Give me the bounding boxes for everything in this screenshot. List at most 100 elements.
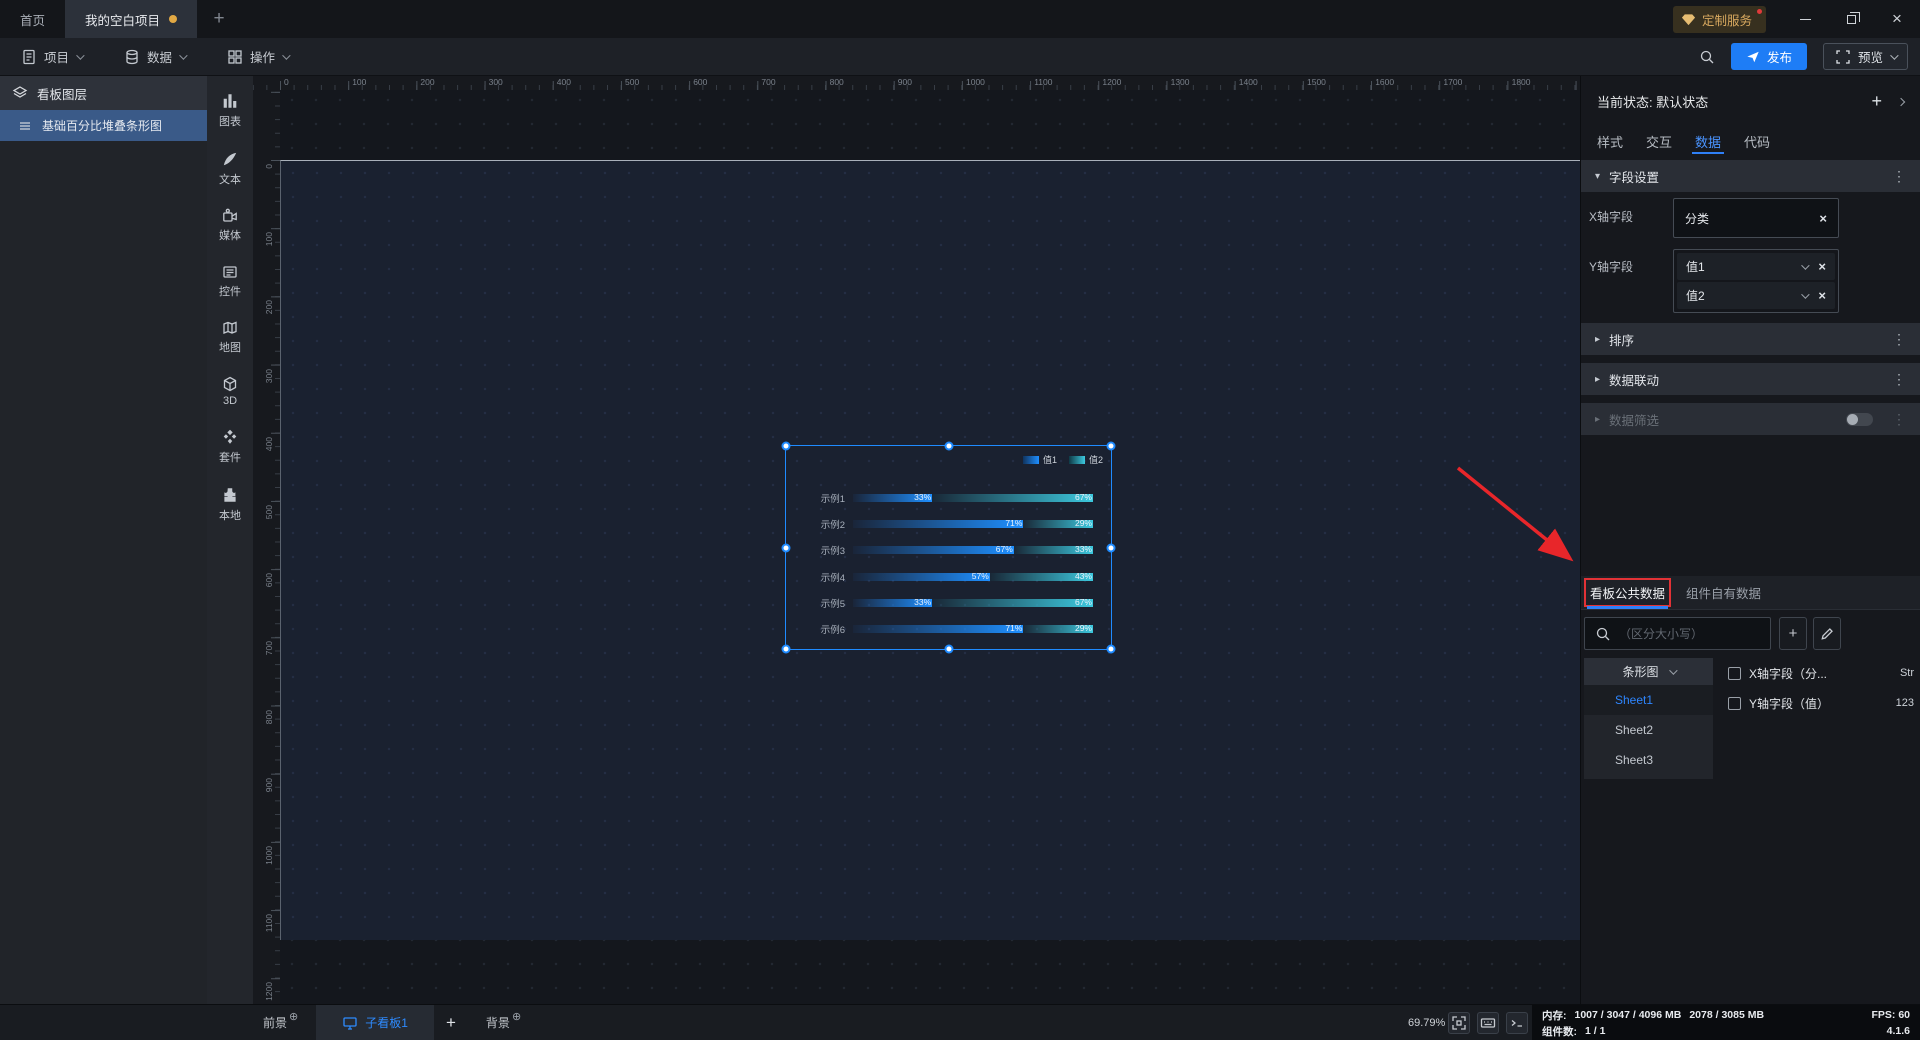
toolbar-item-3d[interactable]: 3D [207,366,253,418]
sheet-item-Sheet2[interactable]: Sheet2 [1584,715,1713,745]
bottombar: 前景 ⊕ 子看板1 + 背景 ⊕ 69.79% 内存: 1007 / 3047 … [0,1004,1920,1040]
y-field-item-1[interactable]: 值1 × [1677,253,1835,280]
sub-board-tab[interactable]: 子看板1 [316,1005,434,1040]
resize-handle-s[interactable] [944,644,953,654]
tab-home[interactable]: 首页 [0,0,65,38]
resize-handle-sw[interactable] [781,644,791,654]
more-menu-icon[interactable]: ⋮ [1892,411,1906,428]
toolbar-item-media[interactable]: 媒体 [207,198,253,254]
maximize-button[interactable] [1828,0,1874,38]
custom-service-badge[interactable]: 定制服务 [1672,5,1766,33]
section-field-settings[interactable]: ▾ 字段设置 ⋮ [1581,160,1920,192]
search-icon[interactable] [1699,49,1715,65]
x-field-input[interactable]: 分类 × [1673,198,1839,238]
stacked-bar[interactable]: 71% 29% [853,623,1093,634]
toolbar-item-local[interactable]: 本地 [207,476,253,534]
publish-button[interactable]: 发布 [1730,43,1807,70]
zoom-level[interactable]: 69.79% [1408,1005,1445,1040]
layers-panel-title: 看板图层 [37,87,88,102]
widget-icon [222,264,238,280]
data-search-input[interactable]: （区分大小写） [1584,617,1771,650]
layer-item-selected[interactable]: 基础百分比堆叠条形图 [0,110,207,141]
stacked-bar[interactable]: 33% 67% [853,597,1093,607]
stacked-bar[interactable]: 57% 43% [853,571,1093,581]
canvas[interactable]: 0 100 200 300 400 500 600 700 800 900 1000 1100 1200… [253,76,1580,1004]
close-button[interactable]: × [1874,0,1920,38]
chevron-down-icon[interactable] [1801,260,1811,270]
sheet-item-Sheet1[interactable]: Sheet1 [1584,685,1713,715]
resize-handle-n[interactable] [944,441,953,451]
resize-handle-w[interactable] [781,543,791,552]
chevron-down-icon[interactable] [1801,289,1811,299]
resize-handle-e[interactable] [1106,543,1116,552]
resize-handle-nw[interactable] [781,441,791,451]
menu-actions[interactable]: 操作 [206,38,309,75]
add-foreground-icon[interactable]: ⊕ [289,1010,298,1023]
chevron-right-icon[interactable] [1896,97,1906,106]
stacked-bar[interactable]: 67% 33% [853,544,1093,555]
add-board-button[interactable]: + [434,1005,468,1040]
y-field-item-2[interactable]: 值2 × [1677,282,1835,309]
menu-data[interactable]: 数据 [103,38,206,75]
tab-component-own-data[interactable]: 组件自有数据 [1686,576,1761,609]
section-data-filter[interactable]: ▸ 数据筛选 ⋮ [1581,403,1920,435]
menubar: 项目 数据 操作 发布 预览 [0,38,1920,76]
bar-segment-值1: 67% [853,544,1014,555]
field-checkbox[interactable] [1728,696,1741,710]
foreground-label[interactable]: 前景 ⊕ [253,1005,302,1040]
toolbar-item-widgets[interactable]: 控件 [207,254,253,310]
shortcut-keys-button[interactable] [1477,1012,1499,1034]
tab-project[interactable]: 我的空白项目 [65,0,198,38]
chart-widget-selected[interactable]: 值1 值2 示例1 33% 67% 示例2 71% 29% 示例3 67% 33% 示例4 57% 43… [781,441,1116,654]
toolbar-item-label: 本地 [219,510,241,522]
property-tab-样式[interactable]: 样式 [1597,127,1623,155]
clear-x-field-icon[interactable]: × [1819,211,1827,226]
more-menu-icon[interactable]: ⋮ [1892,331,1906,348]
component-own-data-label: 组件自有数据 [1686,587,1762,601]
toolbar-item-map[interactable]: 地图 [207,310,253,366]
edit-dataset-button[interactable] [1813,617,1841,650]
more-menu-icon[interactable]: ⋮ [1892,371,1906,388]
stacked-bar[interactable]: 33% 67% [853,492,1093,503]
fit-screen-button[interactable] [1448,1012,1470,1034]
stacked-bar[interactable]: 71% 29% [853,518,1093,529]
drag-handle-icon[interactable] [17,118,33,134]
sheet-item-Sheet3[interactable]: Sheet3 [1584,745,1713,775]
dataset-dropdown[interactable]: 条形图 [1584,658,1713,685]
resize-handle-se[interactable] [1106,644,1116,654]
dataset-field-row[interactable]: X轴字段（分... Str [1726,658,1920,688]
legend-item[interactable]: 值1 [1022,453,1057,466]
resize-handle-ne[interactable] [1106,441,1116,451]
sheet-list: Sheet1 Sheet2 Sheet3 [1584,685,1713,779]
chart-bar-row: 示例2 71% 29% [786,511,1111,537]
legend-item[interactable]: 值2 [1068,453,1103,466]
field-settings-label: 字段设置 [1609,170,1660,185]
section-data-linkage[interactable]: ▸ 数据联动 ⋮ [1581,363,1920,395]
clear-y-field-icon[interactable]: × [1818,259,1826,274]
field-checkbox[interactable] [1728,666,1741,680]
background-label[interactable]: 背景 ⊕ [476,1005,525,1040]
toolbar-item-suite[interactable]: 套件 [207,418,253,476]
dataset-field-row[interactable]: Y轴字段（值） 123 [1726,688,1920,718]
data-filter-label: 数据筛选 [1609,413,1660,428]
property-tab-数据[interactable]: 数据 [1692,127,1725,155]
menu-project[interactable]: 项目 [0,38,103,75]
clear-y-field-icon[interactable]: × [1818,288,1826,303]
add-background-icon[interactable]: ⊕ [512,1010,521,1023]
data-filter-toggle-off[interactable] [1846,412,1873,426]
new-tab-button[interactable]: + [197,0,241,38]
preview-button[interactable]: 预览 [1822,43,1908,70]
toolbar-item-text[interactable]: 文本 [207,140,253,198]
category-label: 示例5 [820,598,845,610]
property-tab-交互[interactable]: 交互 [1646,127,1672,155]
more-menu-icon[interactable]: ⋮ [1892,168,1906,185]
add-dataset-button[interactable]: + [1779,617,1807,650]
console-button[interactable] [1506,1012,1528,1034]
tab-board-public-data[interactable]: 看板公共数据 [1583,576,1672,609]
add-state-button[interactable]: + [1871,91,1882,112]
property-tab-代码[interactable]: 代码 [1744,127,1770,155]
bar-segment-值2: 33% [1013,544,1093,555]
section-sort[interactable]: ▸ 排序 ⋮ [1581,323,1920,355]
toolbar-item-charts[interactable]: 图表 [207,82,253,140]
minimize-button[interactable] [1782,0,1828,38]
